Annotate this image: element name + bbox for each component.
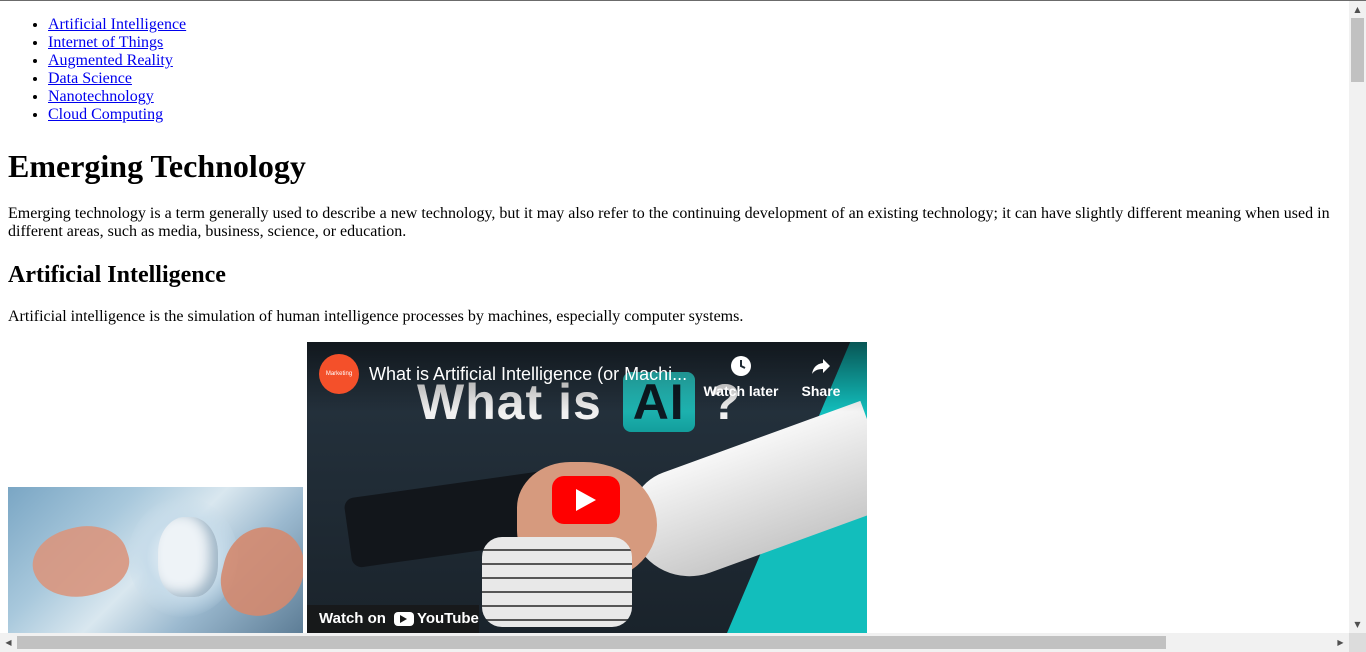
- image-robot-head: [158, 517, 218, 597]
- scroll-left-arrow-icon[interactable]: ◀: [0, 633, 17, 652]
- play-icon: [576, 489, 596, 511]
- section-heading-ai: Artificial Intelligence: [8, 262, 226, 288]
- nav-link-cloud-computing[interactable]: Cloud Computing: [48, 106, 163, 123]
- nav-link-internet-of-things[interactable]: Internet of Things: [48, 34, 163, 51]
- nav-link-nanotechnology[interactable]: Nanotechnology: [48, 88, 154, 105]
- page-content: Artificial Intelligence Internet of Thin…: [8, 1, 1342, 633]
- scrollbar-corner: [1349, 633, 1366, 652]
- share-icon: [812, 359, 830, 374]
- nav-item: Data Science: [48, 70, 1342, 88]
- ai-robot-image: [8, 487, 303, 633]
- nav-item: Cloud Computing: [48, 106, 1342, 124]
- watch-later-label: Watch later: [703, 383, 779, 399]
- youtube-logo-text: YouTube: [416, 610, 479, 627]
- scroll-right-arrow-icon[interactable]: ▶: [1332, 633, 1349, 652]
- nav-link-data-science[interactable]: Data Science: [48, 70, 132, 87]
- share-label: Share: [801, 383, 841, 399]
- youtube-embed[interactable]: What is AI ? Marketing What is Artificia…: [307, 342, 867, 633]
- youtube-logo-icon: [393, 612, 414, 626]
- horizontal-scroll-thumb[interactable]: [17, 636, 1166, 649]
- vertical-scroll-thumb[interactable]: [1351, 18, 1364, 82]
- video-title-link[interactable]: What is Artificial Intelligence (or Mach…: [369, 363, 687, 385]
- topic-nav-list: Artificial Intelligence Internet of Thin…: [8, 16, 1342, 124]
- watch-later-button[interactable]: Watch later: [701, 354, 781, 400]
- nav-item: Artificial Intelligence: [48, 16, 1342, 34]
- play-button[interactable]: [552, 476, 620, 524]
- nav-item: Nanotechnology: [48, 88, 1342, 106]
- scroll-up-arrow-icon[interactable]: ▲: [1349, 1, 1366, 18]
- horizontal-scrollbar[interactable]: ◀ ▶: [0, 633, 1349, 652]
- youtube-logo: YouTube: [393, 610, 479, 628]
- nav-link-augmented-reality[interactable]: Augmented Reality: [48, 52, 173, 69]
- watch-on-youtube-button[interactable]: Watch on YouTube: [307, 605, 479, 633]
- page-viewport: Artificial Intelligence Internet of Thin…: [0, 1, 1349, 633]
- ai-description: Artificial intelligence is the simulatio…: [8, 308, 744, 325]
- nav-item: Internet of Things: [48, 34, 1342, 52]
- channel-avatar[interactable]: Marketing: [319, 354, 359, 394]
- clock-icon: [731, 356, 751, 376]
- scroll-down-arrow-icon[interactable]: ▼: [1349, 616, 1366, 633]
- page-title: Emerging Technology: [8, 148, 306, 184]
- thumbnail-robot-fingers: [482, 537, 632, 627]
- mini-play-icon: [400, 615, 408, 623]
- share-button[interactable]: Share: [781, 354, 861, 400]
- vertical-scrollbar[interactable]: ▲ ▼: [1349, 1, 1366, 633]
- nav-link-artificial-intelligence[interactable]: Artificial Intelligence: [48, 16, 186, 33]
- watch-on-label: Watch on: [319, 610, 386, 627]
- nav-item: Augmented Reality: [48, 52, 1342, 70]
- intro-paragraph: Emerging technology is a term generally …: [8, 205, 1330, 240]
- channel-avatar-text: Marketing: [325, 371, 353, 377]
- image-left-hand: [24, 514, 137, 610]
